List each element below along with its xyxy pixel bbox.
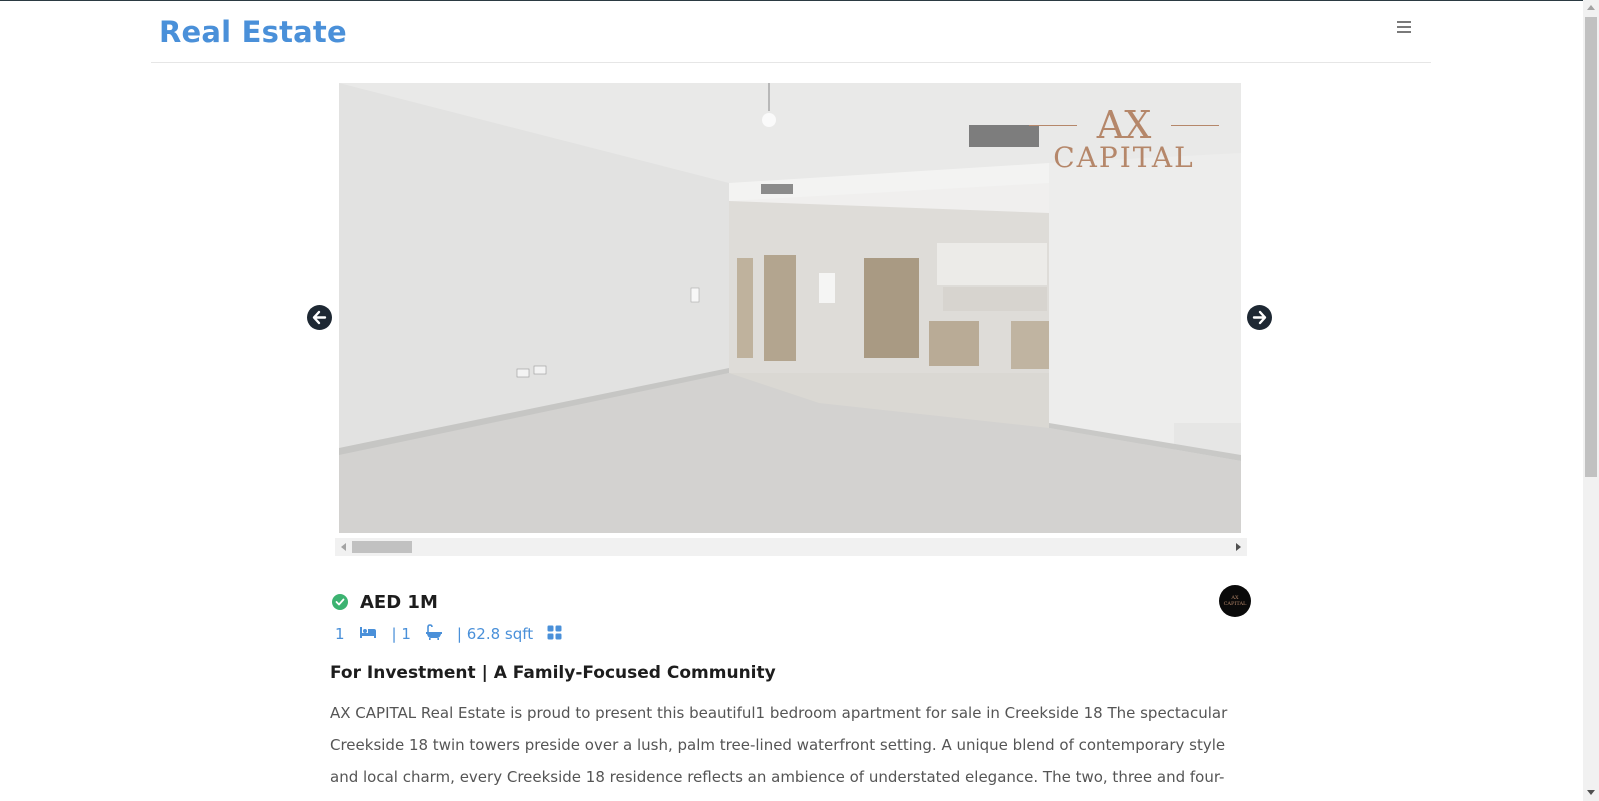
site-header: Real Estate (151, 1, 1431, 63)
page-scrollbar[interactable] (1583, 0, 1599, 801)
watermark-name: CAPITAL (1053, 141, 1195, 174)
area-size: | 62.8 sqft (456, 625, 534, 643)
scrollbar-thumb[interactable] (352, 541, 412, 553)
scroll-down-icon[interactable] (1587, 790, 1595, 795)
image-carousel: AX CAPITAL (300, 83, 1280, 558)
bedroom-count: 1 (335, 625, 345, 643)
watermark-logo: AX CAPITAL (1029, 103, 1219, 183)
check-circle-icon (332, 594, 348, 610)
property-photo[interactable]: AX CAPITAL (339, 83, 1241, 533)
listing-description: AX CAPITAL Real Estate is proud to prese… (330, 704, 1228, 801)
listing-price: AED 1M (360, 591, 438, 613)
bath-icon (425, 624, 443, 644)
agent-avatar[interactable]: AX CAPITAL (1219, 585, 1251, 617)
brand-logo[interactable]: Real Estate (159, 15, 347, 49)
carousel-scrollbar[interactable] (335, 538, 1247, 556)
bed-icon (359, 625, 377, 643)
listing-title: For Investment | A Family-Focused Commun… (330, 663, 776, 683)
scroll-left-icon[interactable] (341, 543, 346, 551)
price-row: AED 1M (330, 590, 438, 614)
arrow-right-icon[interactable] (1247, 305, 1272, 330)
arrow-left-icon[interactable] (307, 305, 332, 330)
agent-logo-name: CAPITAL (1223, 601, 1247, 607)
hamburger-icon[interactable] (1397, 21, 1411, 35)
bathroom-count: | 1 (391, 625, 411, 643)
scroll-right-icon[interactable] (1236, 543, 1241, 551)
page-scrollbar-thumb[interactable] (1585, 17, 1597, 477)
grid-icon (547, 625, 562, 644)
scroll-up-icon[interactable] (1587, 5, 1595, 10)
listing-features: 1 | 1 | 62.8 sqft (330, 624, 562, 644)
